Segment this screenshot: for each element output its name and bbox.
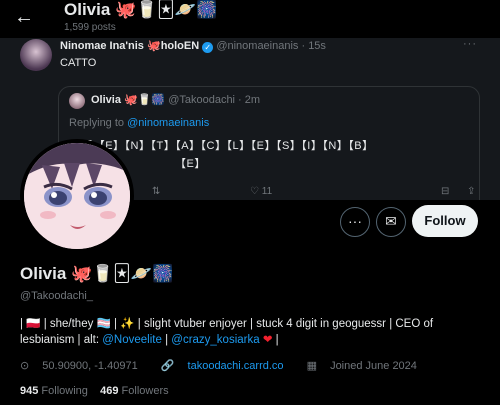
followers-label: Followers — [121, 385, 169, 397]
banner-tweet-text: CATTO — [60, 57, 97, 69]
location-pin-icon: ⊙ — [20, 360, 30, 372]
replying-to-prefix: Replying to — [69, 117, 128, 129]
heart-icon: ❤ — [259, 334, 273, 346]
more-options-button[interactable]: ··· — [340, 207, 370, 237]
banner-tweet-avatar — [20, 39, 52, 71]
header-name: Olivia 🐙🥛🃏🪐🎆 — [64, 0, 217, 20]
profile-handle: @Takoodachi_ — [20, 290, 93, 302]
following-link[interactable]: 945 Following — [20, 385, 88, 397]
banner-more-icon: ··· — [463, 38, 477, 50]
banner-author-name: Ninomae Ina'nis — [60, 40, 144, 52]
banner-author-suffix: holoEN — [160, 40, 200, 52]
quoted-tweet-author: Olivia 🐙🥛🎆 @Takoodachi · 2m — [91, 93, 260, 106]
followers-link[interactable]: 469 Followers — [100, 385, 169, 397]
profile-name: Olivia 🐙🥛🃏🪐🎆 — [20, 264, 173, 284]
location-item: ⊙ 50.90900, -1.40971 — [20, 359, 148, 372]
envelope-icon: ✉ — [385, 213, 397, 229]
share-icon: ⇪ — [467, 186, 476, 197]
banner-author-handle-time: @ninomaeinanis · 15s — [216, 40, 326, 52]
profile-display-name: Olivia — [20, 264, 67, 283]
bio-separator: | — [161, 334, 172, 346]
header-display-name: Olivia — [64, 0, 111, 19]
quoted-replying-to: Replying to @ninomaeinanis — [69, 117, 209, 129]
joined-date: Joined June 2024 — [330, 360, 417, 372]
following-count: 945 — [20, 385, 39, 397]
quoted-tweet-text-line2: 【E】 — [175, 158, 206, 170]
follow-button[interactable]: Follow — [412, 205, 478, 237]
verified-badge-icon: ✓ — [202, 42, 214, 53]
website-link[interactable]: takoodachi.carrd.co — [188, 360, 284, 372]
profile-bio: | 🇵🇱 | she/they 🏳️‍⚧️ | ✨ | slight vtube… — [20, 316, 490, 348]
location-text: 50.90900, -1.40971 — [42, 360, 138, 372]
quoted-handle-time: @Takoodachi · 2m — [168, 94, 261, 106]
link-icon: 🔗 — [160, 359, 175, 372]
quoted-author-emojis: 🐙🥛🎆 — [124, 93, 166, 106]
banner-author-emoji: 🐙 — [146, 39, 161, 52]
banner-tweet-author: Ninomae Ina'nis 🐙holoEN ✓ @ninomaeinanis… — [60, 39, 326, 53]
avatar-illustration — [24, 143, 130, 249]
quoted-tweet-avatar — [69, 93, 85, 109]
followers-count: 469 — [100, 385, 119, 397]
bio-link-alt[interactable]: @Noveelite — [102, 334, 162, 346]
profile-meta: ⊙ 50.90900, -1.40971 🔗 takoodachi.carrd.… — [20, 359, 437, 372]
profile-name-emojis: 🐙🥛🃏🪐🎆 — [71, 264, 174, 284]
bookmark-icon: ⊟ — [441, 186, 450, 197]
bio-link-friend[interactable]: @crazy_kosiarka — [171, 334, 259, 346]
post-count: 1,599 posts — [64, 22, 116, 33]
bio-end: | — [272, 334, 279, 346]
quoted-author-name: Olivia — [91, 94, 121, 106]
profile-header: ← Olivia 🐙🥛🃏🪐🎆 1,599 posts — [0, 0, 500, 38]
profile-avatar[interactable] — [24, 143, 130, 249]
header-name-emojis: 🐙🥛🃏🪐🎆 — [115, 0, 218, 20]
calendar-icon: ▦ — [306, 360, 317, 372]
joined-item: ▦ Joined June 2024 — [307, 359, 427, 372]
replying-to-handle: @ninomaeinanis — [127, 117, 210, 129]
like-icon: ♡ 11 — [250, 186, 273, 197]
following-label: Following — [41, 385, 88, 397]
retweet-icon: ⇅ — [152, 186, 161, 197]
back-arrow-icon[interactable]: ← — [14, 6, 44, 28]
message-button[interactable]: ✉ — [376, 207, 406, 237]
quoted-tweet-text: 【T】【E】【N】【T】【A】【C】【L】【E】【S】【I】【N】【B】 — [69, 140, 374, 152]
website-item: 🔗 takoodachi.carrd.co — [161, 359, 294, 372]
follow-stats: 945 Following 469 Followers — [20, 385, 169, 397]
